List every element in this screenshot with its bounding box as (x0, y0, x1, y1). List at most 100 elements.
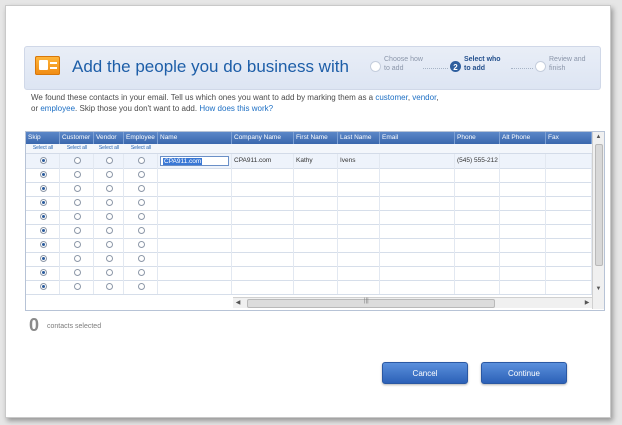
scroll-down-icon[interactable]: ▼ (593, 284, 604, 294)
column-header-company-name[interactable]: Company Name (232, 132, 294, 144)
skip-radio[interactable] (40, 227, 47, 234)
column-header-customer[interactable]: Customer (60, 132, 94, 144)
row-last-cell[interactable]: Ivens (338, 154, 380, 168)
row-last-cell[interactable] (338, 182, 380, 196)
row-last-cell[interactable] (338, 168, 380, 182)
column-header-last-name[interactable]: Last Name (338, 132, 380, 144)
row-alt-cell[interactable] (500, 196, 546, 210)
row-customer-cell[interactable] (60, 154, 94, 168)
row-employee-cell[interactable] (124, 196, 158, 210)
select-all-customer-link[interactable]: Select all (60, 144, 94, 153)
customer-radio[interactable] (74, 241, 81, 248)
row-alt-cell[interactable] (500, 182, 546, 196)
row-skip-cell[interactable] (26, 224, 60, 238)
row-last-cell[interactable] (338, 266, 380, 280)
skip-radio[interactable] (40, 241, 47, 248)
vendor-radio[interactable] (106, 269, 113, 276)
vendor-radio[interactable] (106, 185, 113, 192)
row-phone-cell[interactable] (455, 266, 500, 280)
row-name-cell[interactable] (158, 196, 232, 210)
row-skip-cell[interactable] (26, 280, 60, 294)
row-company-cell[interactable] (232, 266, 294, 280)
row-first-cell[interactable] (294, 182, 338, 196)
row-employee-cell[interactable] (124, 182, 158, 196)
row-vendor-cell[interactable] (94, 238, 124, 252)
row-vendor-cell[interactable] (94, 168, 124, 182)
customer-radio[interactable] (74, 185, 81, 192)
row-vendor-cell[interactable] (94, 154, 124, 168)
row-alt-cell[interactable] (500, 224, 546, 238)
customer-radio[interactable] (74, 283, 81, 290)
table-row[interactable] (26, 252, 592, 267)
row-name-cell[interactable] (158, 224, 232, 238)
row-alt-cell[interactable] (500, 280, 546, 294)
row-company-cell[interactable] (232, 182, 294, 196)
row-first-cell[interactable] (294, 196, 338, 210)
row-fax-cell[interactable] (546, 224, 592, 238)
row-customer-cell[interactable] (60, 168, 94, 182)
row-company-cell[interactable] (232, 210, 294, 224)
row-company-cell[interactable] (232, 252, 294, 266)
customer-radio[interactable] (74, 255, 81, 262)
row-company-cell[interactable] (232, 280, 294, 294)
row-first-cell[interactable] (294, 266, 338, 280)
row-email-cell[interactable] (380, 210, 455, 224)
skip-radio[interactable] (40, 171, 47, 178)
row-vendor-cell[interactable] (94, 182, 124, 196)
employee-radio[interactable] (138, 269, 145, 276)
row-phone-cell[interactable] (455, 280, 500, 294)
row-phone-cell[interactable] (455, 252, 500, 266)
row-email-cell[interactable] (380, 182, 455, 196)
vendor-radio[interactable] (106, 157, 113, 164)
row-name-cell[interactable]: CPA911.com (158, 154, 232, 168)
scroll-right-icon[interactable]: ▶ (582, 298, 592, 308)
employee-radio[interactable] (138, 199, 145, 206)
row-first-cell[interactable] (294, 168, 338, 182)
row-fax-cell[interactable] (546, 182, 592, 196)
row-email-cell[interactable] (380, 266, 455, 280)
row-fax-cell[interactable] (546, 196, 592, 210)
row-name-cell[interactable] (158, 280, 232, 294)
row-vendor-cell[interactable] (94, 210, 124, 224)
customer-radio[interactable] (74, 227, 81, 234)
row-company-cell[interactable]: CPA911.com (232, 154, 294, 168)
row-alt-cell[interactable] (500, 154, 546, 168)
skip-radio[interactable] (40, 269, 47, 276)
row-last-cell[interactable] (338, 210, 380, 224)
vendor-radio[interactable] (106, 241, 113, 248)
row-customer-cell[interactable] (60, 224, 94, 238)
vendor-radio[interactable] (106, 227, 113, 234)
row-last-cell[interactable] (338, 252, 380, 266)
row-skip-cell[interactable] (26, 252, 60, 266)
row-employee-cell[interactable] (124, 168, 158, 182)
row-last-cell[interactable] (338, 196, 380, 210)
row-email-cell[interactable] (380, 168, 455, 182)
row-fax-cell[interactable] (546, 168, 592, 182)
column-header-fax[interactable]: Fax (546, 132, 592, 144)
horizontal-scrollbar[interactable]: ◀ ||| ▶ (233, 297, 592, 308)
continue-button[interactable]: Continue (481, 362, 567, 384)
column-header-skip[interactable]: Skip (26, 132, 60, 144)
row-phone-cell[interactable] (455, 210, 500, 224)
row-alt-cell[interactable] (500, 266, 546, 280)
row-customer-cell[interactable] (60, 252, 94, 266)
row-phone-cell[interactable] (455, 224, 500, 238)
row-customer-cell[interactable] (60, 182, 94, 196)
row-skip-cell[interactable] (26, 196, 60, 210)
row-email-cell[interactable] (380, 154, 455, 168)
table-row[interactable] (26, 224, 592, 239)
row-fax-cell[interactable] (546, 154, 592, 168)
row-first-cell[interactable] (294, 224, 338, 238)
customer-radio[interactable] (74, 157, 81, 164)
row-employee-cell[interactable] (124, 238, 158, 252)
vendor-radio[interactable] (106, 171, 113, 178)
column-header-alt-phone[interactable]: Alt Phone (500, 132, 546, 144)
row-email-cell[interactable] (380, 238, 455, 252)
table-row[interactable] (26, 168, 592, 183)
row-name-cell[interactable] (158, 266, 232, 280)
table-row[interactable] (26, 238, 592, 253)
row-last-cell[interactable] (338, 224, 380, 238)
row-name-cell[interactable] (158, 238, 232, 252)
skip-radio[interactable] (40, 255, 47, 262)
row-email-cell[interactable] (380, 252, 455, 266)
